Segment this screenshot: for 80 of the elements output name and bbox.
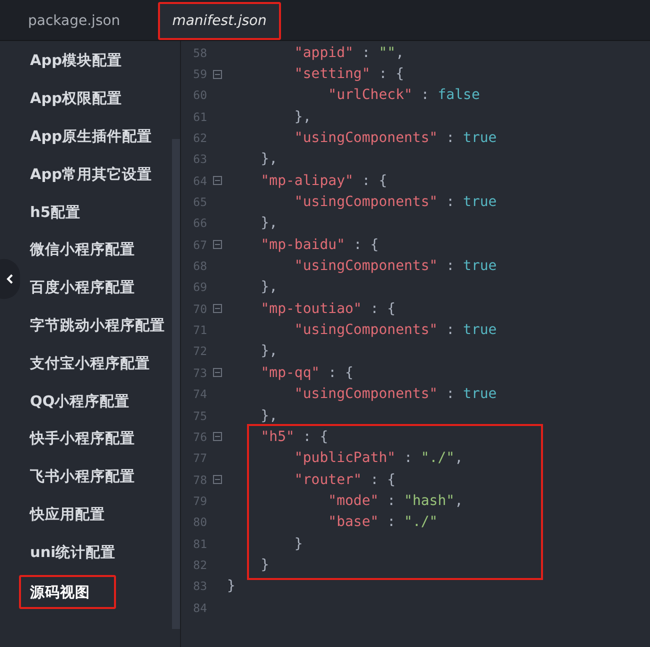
sidebar-item[interactable]: 源码视图 xyxy=(19,575,116,610)
line-number: 77 xyxy=(192,451,207,466)
code-editor[interactable] xyxy=(181,41,650,647)
line-number: 75 xyxy=(192,408,207,423)
code-line: }, xyxy=(293,108,312,125)
line-number: 84 xyxy=(192,600,207,615)
code-line: "usingComponents" : true xyxy=(293,386,497,402)
code-line: "usingComponents" : true xyxy=(293,194,497,210)
line-number: 78 xyxy=(192,472,207,487)
line-number: 81 xyxy=(192,536,207,551)
sidebar-item[interactable]: 百度小程序配置 xyxy=(30,268,135,307)
fold-toggle-icon[interactable] xyxy=(213,475,222,484)
sidebar-item[interactable]: App常用其它设置 xyxy=(30,155,152,194)
sidebar-item[interactable]: uni统计配置 xyxy=(30,533,116,572)
code-line: "usingComponents" : true xyxy=(293,322,497,338)
line-number: 63 xyxy=(192,152,207,166)
sidebar-item[interactable]: App权限配置 xyxy=(30,80,122,118)
code-line: } xyxy=(260,556,270,573)
code-line: "h5" : { xyxy=(260,428,328,445)
code-line: "setting" : { xyxy=(293,66,404,82)
line-number: 65 xyxy=(192,195,207,210)
line-number: 70 xyxy=(192,302,207,316)
file-tab[interactable]: manifest.json xyxy=(158,2,281,40)
code-line: "usingComponents" : true xyxy=(293,258,497,274)
line-number: 59 xyxy=(192,67,207,82)
code-line: } xyxy=(227,578,236,594)
line-number: 61 xyxy=(192,110,207,124)
line-number: 62 xyxy=(192,131,207,146)
line-number: 79 xyxy=(192,494,207,508)
sidebar-item[interactable]: 快手小程序配置 xyxy=(30,420,135,458)
line-number: 83 xyxy=(192,579,207,594)
code-line: }, xyxy=(260,215,278,232)
code-line: "mp-alipay" : { xyxy=(260,172,388,189)
code-line: "base" : "./" xyxy=(327,514,438,530)
code-line: }, xyxy=(260,408,278,424)
line-number: 76 xyxy=(192,430,207,444)
sidebar-item[interactable]: h5配置 xyxy=(30,193,80,231)
fold-toggle-icon[interactable] xyxy=(213,432,222,442)
line-number: 67 xyxy=(192,238,207,252)
line-number: 73 xyxy=(192,366,207,380)
sidebar-item[interactable]: 快应用配置 xyxy=(30,496,105,534)
line-number: 68 xyxy=(192,259,207,274)
file-tab[interactable]: package.json xyxy=(0,2,148,40)
code-line: "mp-toutiao" : { xyxy=(260,300,396,317)
line-number: 80 xyxy=(192,515,207,530)
chevron-left-icon xyxy=(6,274,14,284)
sidebar-item[interactable]: 支付宝小程序配置 xyxy=(30,344,150,382)
sidebar-item[interactable]: 微信小程序配置 xyxy=(30,230,135,269)
sidebar-item[interactable]: App原生插件配置 xyxy=(30,118,152,156)
code-line: }, xyxy=(260,343,278,360)
code-line: }, xyxy=(260,279,278,296)
line-number: 66 xyxy=(192,216,207,230)
sidebar-item[interactable]: QQ小程序配置 xyxy=(30,382,130,420)
line-number: 58 xyxy=(192,46,207,60)
code-line: }, xyxy=(260,151,278,168)
fold-toggle-icon[interactable] xyxy=(213,240,222,250)
scrollbar-thumb[interactable] xyxy=(172,139,180,629)
line-number: 71 xyxy=(192,323,207,338)
sidebar-item[interactable]: 字节跳动小程序配置 xyxy=(30,306,165,344)
fold-toggle-icon[interactable] xyxy=(213,368,222,378)
line-number: 64 xyxy=(192,174,207,188)
line-number: 72 xyxy=(192,344,207,358)
fold-toggle-icon[interactable] xyxy=(213,70,222,79)
code-line: } xyxy=(293,536,303,552)
line-number: 74 xyxy=(192,387,207,402)
line-number: 82 xyxy=(192,558,207,572)
code-line: "urlCheck" : false xyxy=(327,87,480,104)
line-number: 69 xyxy=(192,280,207,294)
line-number: 60 xyxy=(192,88,207,102)
fold-toggle-icon[interactable] xyxy=(213,176,222,186)
code-line: "mp-qq" : { xyxy=(260,364,354,381)
code-line: "usingComponents" : true xyxy=(293,130,497,146)
code-line: "mp-baidu" : { xyxy=(260,236,379,253)
code-line: "publicPath" : "./", xyxy=(293,450,464,466)
sidebar-item[interactable]: 飞书小程序配置 xyxy=(30,458,135,496)
code-line: "router" : { xyxy=(293,472,396,488)
code-line: "mode" : "hash", xyxy=(327,492,464,509)
fold-toggle-icon[interactable] xyxy=(213,304,222,314)
sidebar-item[interactable]: App模块配置 xyxy=(30,42,122,80)
code-line: "appid" : "", xyxy=(293,44,404,61)
